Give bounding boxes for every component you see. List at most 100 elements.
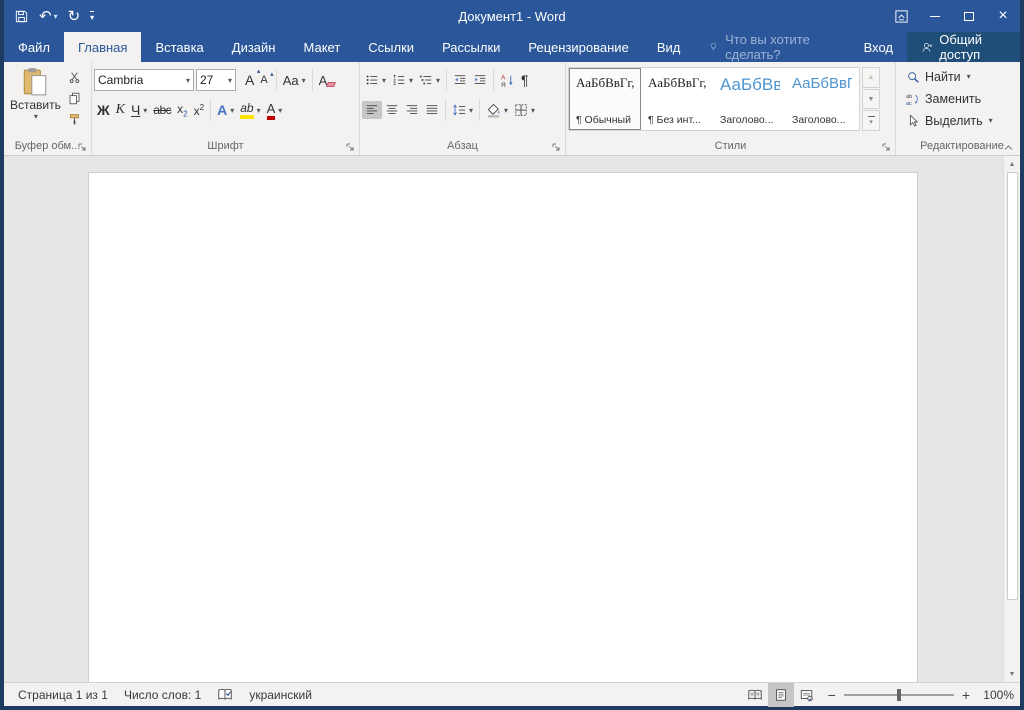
- clear-formatting-button[interactable]: A: [316, 71, 331, 90]
- sign-in-button[interactable]: Вход: [850, 32, 907, 62]
- change-case-dropdown-icon: ▾: [302, 76, 306, 85]
- collapse-ribbon-button[interactable]: [1003, 143, 1014, 152]
- save-button[interactable]: [14, 9, 29, 24]
- tab-file[interactable]: Файл: [4, 32, 64, 62]
- sort-button[interactable]: А Я: [497, 71, 518, 90]
- font-name-value: Cambria: [98, 73, 143, 87]
- underline-dropdown-icon[interactable]: ▾: [143, 106, 147, 115]
- share-button[interactable]: Общий доступ: [907, 32, 1020, 62]
- bullets-button[interactable]: ▾: [362, 71, 389, 89]
- find-dropdown-icon[interactable]: ▾: [967, 72, 971, 81]
- font-color-button[interactable]: А ▾: [264, 99, 286, 122]
- tab-design[interactable]: Дизайн: [218, 32, 290, 62]
- align-center-button[interactable]: [382, 101, 402, 119]
- style-heading1[interactable]: АаБбВв Заголово...: [713, 68, 785, 130]
- font-name-combobox[interactable]: Cambria ▾: [94, 69, 194, 91]
- styles-scroll-down-button[interactable]: ▼: [862, 89, 880, 110]
- tab-review[interactable]: Рецензирование: [514, 32, 642, 62]
- paragraph-dialog-launcher[interactable]: [552, 143, 561, 152]
- zoom-out-button[interactable]: −: [828, 687, 836, 703]
- justify-button[interactable]: [422, 101, 442, 119]
- zoom-slider-thumb[interactable]: [897, 689, 901, 701]
- language-indicator[interactable]: украинский: [241, 688, 320, 702]
- styles-more-button[interactable]: ▾: [862, 110, 880, 131]
- document-page[interactable]: [88, 172, 918, 682]
- highlight-button[interactable]: ab ▾: [237, 99, 263, 121]
- word-count[interactable]: Число слов: 1: [116, 688, 209, 702]
- style-heading2[interactable]: АаБбВвГ Заголово...: [785, 68, 857, 130]
- spellcheck-book-icon: [217, 688, 233, 701]
- bold-button[interactable]: Ж: [94, 100, 113, 120]
- customize-qat-button[interactable]: ▾: [90, 11, 94, 22]
- tell-me-box[interactable]: Что вы хотите сделать?: [694, 32, 849, 62]
- paste-dropdown-icon[interactable]: ▾: [34, 112, 38, 121]
- numbering-button[interactable]: ▾: [389, 71, 416, 89]
- style-normal[interactable]: АаБбВвГг, ¶ Обычный: [569, 68, 641, 130]
- tab-mailings[interactable]: Рассылки: [428, 32, 514, 62]
- maximize-button[interactable]: [952, 0, 986, 32]
- borders-button[interactable]: ▾: [511, 101, 538, 119]
- styles-scroll-up-button[interactable]: ▲: [862, 67, 880, 88]
- paste-button[interactable]: Вставить ▾: [6, 65, 65, 136]
- vertical-scrollbar[interactable]: ▲ ▼: [1003, 156, 1020, 682]
- grow-font-button[interactable]: A▴: [242, 70, 257, 90]
- undo-button[interactable]: ↶ ▾: [39, 9, 58, 24]
- tab-references[interactable]: Ссылки: [354, 32, 428, 62]
- close-button[interactable]: ×: [986, 0, 1020, 32]
- text-effects-button[interactable]: А ▾: [214, 100, 237, 120]
- ribbon-display-options-button[interactable]: [884, 0, 918, 32]
- copy-button[interactable]: [65, 90, 84, 107]
- undo-dropdown-icon[interactable]: ▾: [54, 12, 58, 21]
- font-dialog-launcher[interactable]: [346, 143, 355, 152]
- font-size-combobox[interactable]: 27 ▾: [196, 69, 236, 91]
- replace-button[interactable]: ab ac Заменить: [906, 89, 1018, 108]
- minimize-button[interactable]: [918, 0, 952, 32]
- sort-icon: А Я: [500, 73, 515, 88]
- find-button[interactable]: Найти ▾: [906, 67, 1018, 86]
- cut-button[interactable]: [65, 69, 84, 86]
- zoom-in-button[interactable]: +: [962, 687, 970, 703]
- zoom-percentage[interactable]: 100%: [978, 688, 1014, 702]
- italic-button[interactable]: К: [113, 100, 128, 120]
- tab-home[interactable]: Главная: [64, 32, 141, 62]
- redo-button[interactable]: ↻: [68, 9, 81, 24]
- tab-view[interactable]: Вид: [643, 32, 695, 62]
- change-case-button[interactable]: Aa ▾: [280, 71, 309, 90]
- scrollbar-up-arrow[interactable]: ▲: [1004, 156, 1020, 172]
- style-no-spacing[interactable]: АаБбВвГг, ¶ Без инт...: [641, 68, 713, 130]
- font-size-dropdown-icon[interactable]: ▾: [228, 76, 232, 85]
- zoom-slider[interactable]: [844, 694, 954, 696]
- highlight-color-bar: [240, 115, 253, 119]
- styles-dialog-launcher[interactable]: [882, 143, 891, 152]
- page-indicator[interactable]: Страница 1 из 1: [10, 688, 116, 702]
- shading-button[interactable]: ▾: [483, 101, 511, 120]
- multilevel-list-button[interactable]: ▾: [416, 71, 443, 89]
- line-spacing-button[interactable]: ▾: [449, 101, 476, 119]
- style-name: Заголово...: [792, 114, 852, 126]
- scrollbar-thumb[interactable]: [1007, 172, 1018, 600]
- scrollbar-down-arrow[interactable]: ▼: [1004, 666, 1020, 682]
- show-formatting-marks-button[interactable]: ¶: [518, 70, 532, 90]
- clipboard-dialog-launcher[interactable]: [78, 143, 87, 152]
- align-left-button[interactable]: [362, 101, 382, 119]
- tab-insert[interactable]: Вставка: [141, 32, 217, 62]
- proofing-status[interactable]: [209, 688, 241, 701]
- format-painter-button[interactable]: [65, 111, 84, 128]
- select-button[interactable]: Выделить ▾: [906, 111, 1018, 130]
- superscript-button[interactable]: x2: [191, 101, 207, 120]
- strikethrough-button[interactable]: abc: [150, 101, 174, 119]
- print-layout-button[interactable]: [768, 683, 794, 707]
- underline-button[interactable]: Ч ▾: [128, 100, 150, 120]
- read-mode-button[interactable]: [742, 683, 768, 707]
- increase-indent-button[interactable]: [470, 71, 490, 89]
- subscript-button[interactable]: x2: [174, 100, 190, 120]
- styles-gallery: АаБбВвГг, ¶ Обычный АаБбВвГг, ¶ Без инт.…: [568, 67, 860, 131]
- font-size-value: 27: [200, 73, 213, 87]
- tab-layout[interactable]: Макет: [289, 32, 354, 62]
- select-dropdown-icon[interactable]: ▾: [989, 116, 993, 125]
- font-name-dropdown-icon[interactable]: ▾: [186, 76, 190, 85]
- align-center-icon: [385, 103, 399, 117]
- web-layout-button[interactable]: [794, 683, 820, 707]
- align-right-button[interactable]: [402, 101, 422, 119]
- decrease-indent-button[interactable]: [450, 71, 470, 89]
